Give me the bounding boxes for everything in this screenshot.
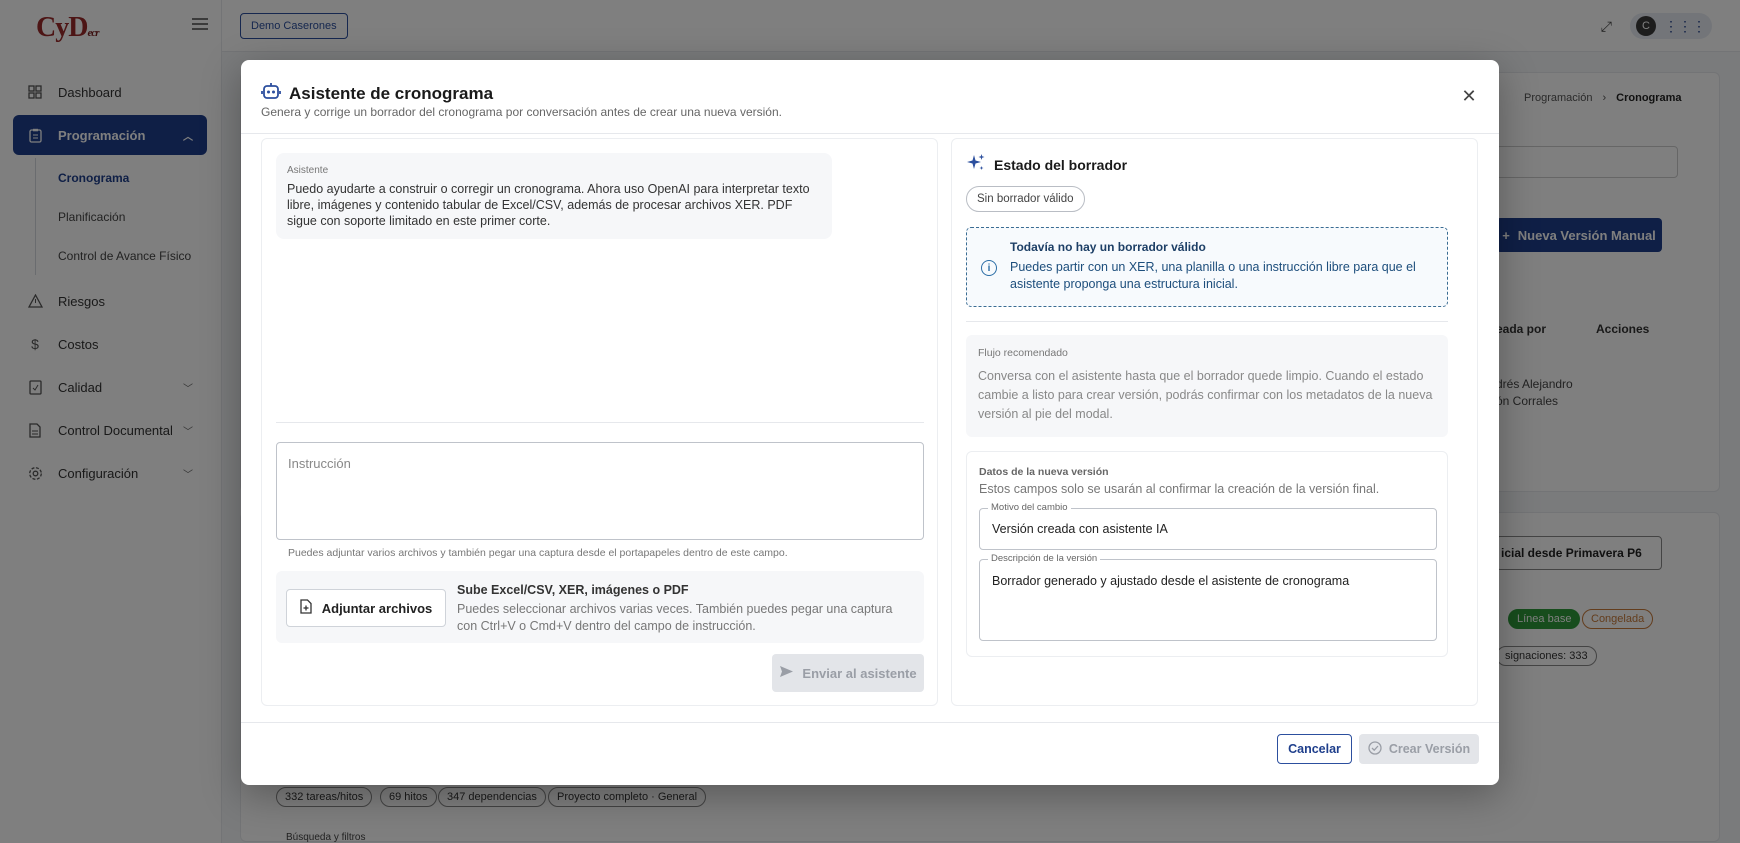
check-circle-icon <box>1368 740 1382 758</box>
cancel-button[interactable]: Cancelar <box>1277 734 1352 764</box>
change-reason-field[interactable]: Motivo del cambio <box>979 502 1437 550</box>
data-description: Estos campos solo se usarán al confirmar… <box>979 482 1380 496</box>
modal-header: Asistente de cronograma Genera y corrige… <box>241 60 1499 134</box>
attach-description: Puedes seleccionar archivos varias veces… <box>457 602 893 633</box>
info-icon: i <box>981 260 997 276</box>
modal-title: Asistente de cronograma <box>261 82 493 105</box>
data-label: Datos de la nueva versión <box>979 466 1109 478</box>
draft-status-badge: Sin borrador válido <box>966 186 1085 212</box>
send-to-assistant-button[interactable]: Enviar al asistente <box>772 654 924 692</box>
new-version-data: Datos de la nueva versión Estos campos s… <box>966 451 1448 657</box>
assistant-message: Asistente Puedo ayudarte a construir o c… <box>276 153 832 239</box>
version-description-field[interactable]: Descripción de la versión Borrador gener… <box>979 553 1437 641</box>
attach-title: Sube Excel/CSV, XER, imágenes o PDF <box>457 583 689 597</box>
attach-files-button[interactable]: Adjuntar archivos <box>286 589 446 627</box>
field-label: Motivo del cambio <box>988 502 1071 513</box>
instruction-helper-text: Puedes adjuntar varios archivos y tambié… <box>288 547 788 559</box>
modal-subtitle: Genera y corrige un borrador del cronogr… <box>261 105 782 119</box>
instruction-input[interactable] <box>276 442 924 540</box>
draft-status-title: Estado del borrador <box>966 153 1127 176</box>
create-version-button[interactable]: Crear Versión <box>1359 734 1479 764</box>
info-title: Todavía no hay un borrador válido <box>1010 240 1206 254</box>
chat-panel: Asistente Puedo ayudarte a construir o c… <box>261 138 938 706</box>
draft-info-alert: i Todavía no hay un borrador válido Pued… <box>966 227 1448 307</box>
close-button[interactable]: ✕ <box>1461 86 1477 106</box>
send-icon <box>779 665 794 681</box>
divider <box>276 422 924 423</box>
divider <box>966 321 1448 322</box>
info-text: Puedes partir con un XER, una planilla o… <box>1010 260 1416 291</box>
message-text: Puedo ayudarte a construir o corregir un… <box>287 182 810 228</box>
recommended-flow: Flujo recomendado Conversa con el asiste… <box>966 335 1448 437</box>
close-icon: ✕ <box>1461 86 1477 106</box>
schedule-assistant-modal: Asistente de cronograma Genera y corrige… <box>241 60 1499 785</box>
flow-text: Conversa con el asistente hasta que el b… <box>978 369 1433 421</box>
file-upload-icon <box>300 599 312 617</box>
robot-icon <box>261 82 281 105</box>
sparkles-icon <box>966 153 986 176</box>
modal-footer: Cancelar Crear Versión <box>241 722 1499 785</box>
instruction-textarea[interactable] <box>288 456 912 526</box>
change-reason-input[interactable] <box>980 509 1436 549</box>
modal-body: Asistente Puedo ayudarte a construir o c… <box>261 138 1479 706</box>
message-sender: Asistente <box>287 165 329 176</box>
version-description-input[interactable]: Borrador generado y ajustado desde el as… <box>980 560 1436 640</box>
draft-status-panel: Estado del borrador Sin borrador válido … <box>951 138 1478 706</box>
field-label: Descripción de la versión <box>988 553 1101 564</box>
attach-area: Adjuntar archivos Sube Excel/CSV, XER, i… <box>276 571 924 643</box>
flow-label: Flujo recomendado <box>978 347 1068 359</box>
